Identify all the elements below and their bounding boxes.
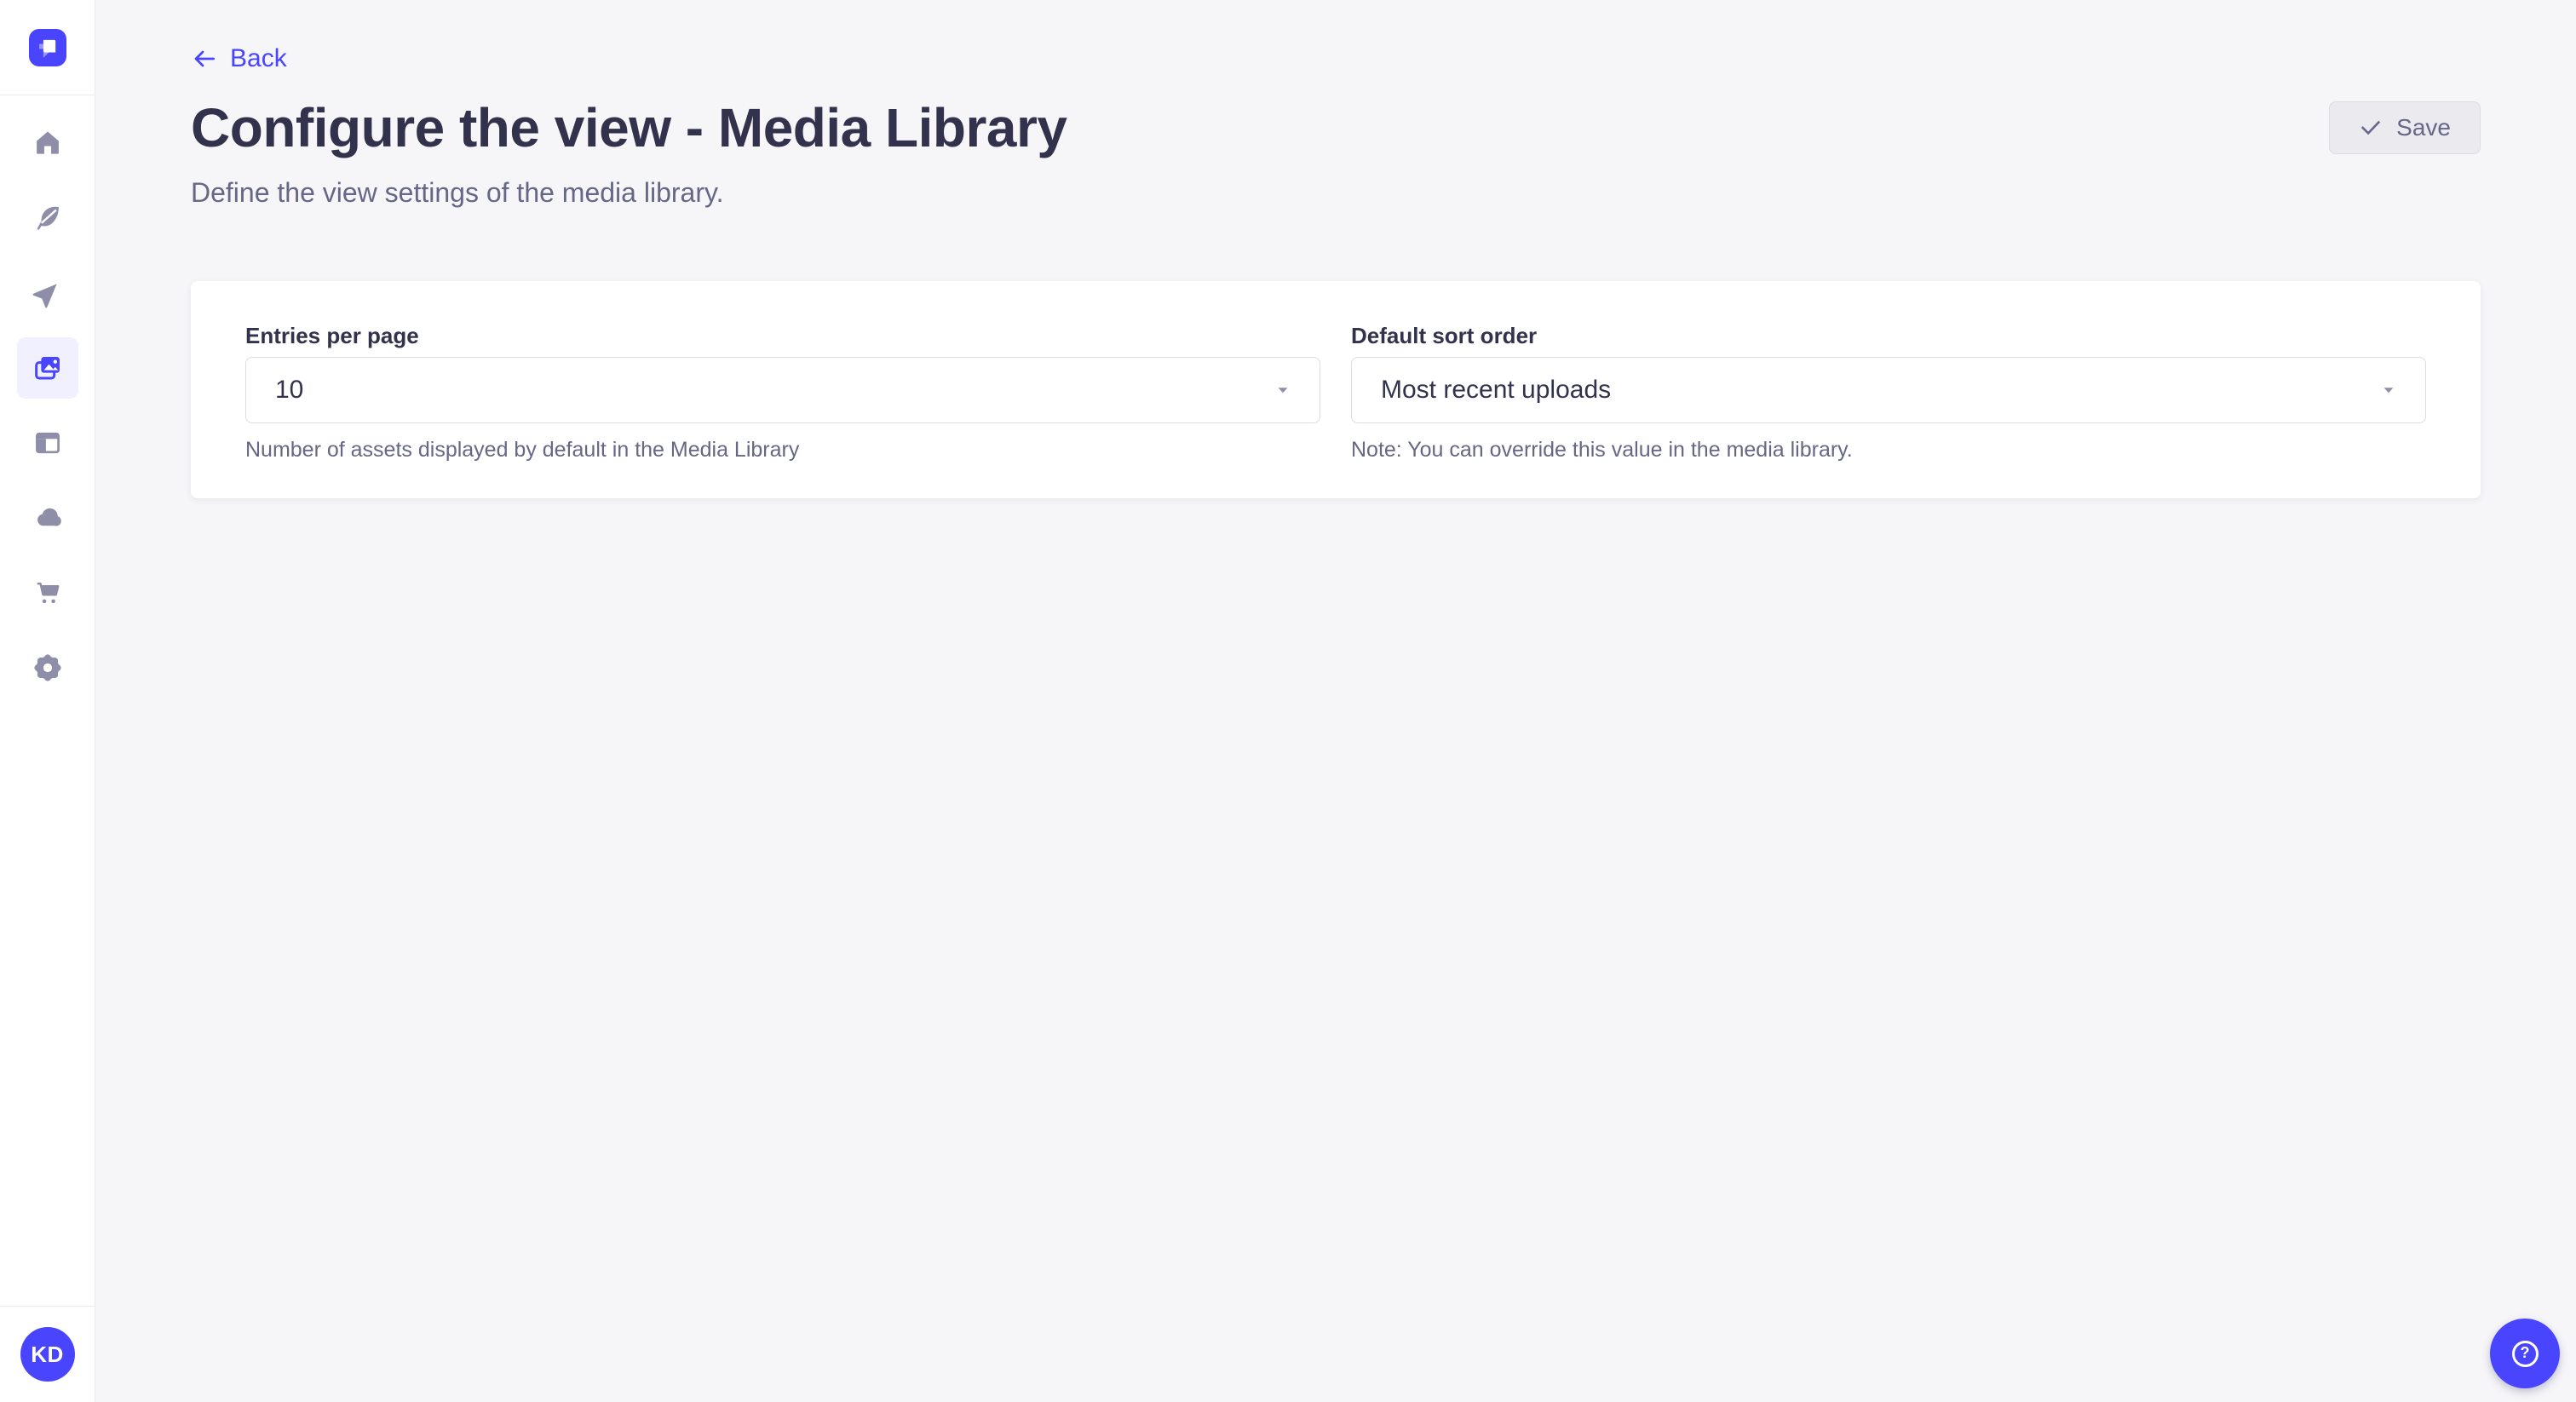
user-avatar[interactable]: KD <box>20 1327 75 1382</box>
entries-per-page-select[interactable]: 10 <box>245 357 1320 423</box>
back-label: Back <box>230 46 287 72</box>
chevron-down-icon <box>1272 379 1294 401</box>
field-label: Entries per page <box>245 325 1320 347</box>
logo-section <box>0 0 95 95</box>
default-sort-order-select[interactable]: Most recent uploads <box>1351 357 2426 423</box>
sidebar-nav <box>0 112 95 698</box>
media-library-icon <box>31 351 65 385</box>
field-entries-per-page: Entries per page 10 Number of assets dis… <box>245 325 1320 461</box>
sidebar-item-content-type-builder[interactable] <box>17 412 78 474</box>
arrow-left-icon <box>191 45 218 72</box>
home-icon <box>32 128 63 158</box>
field-hint: Note: You can override this value in the… <box>1351 440 2426 461</box>
cart-marketplace-icon <box>32 577 63 608</box>
check-icon <box>2359 116 2383 140</box>
chevron-down-icon <box>2378 379 2400 401</box>
feather-content-icon <box>32 203 63 233</box>
page-header: Configure the view - Media Library Save <box>191 101 2481 155</box>
field-hint: Number of assets displayed by default in… <box>245 440 1320 461</box>
page-subtitle: Define the view settings of the media li… <box>191 179 2481 206</box>
settings-card: Entries per page 10 Number of assets dis… <box>191 281 2481 498</box>
strapi-logo-icon <box>29 29 66 66</box>
question-mark-icon: ? <box>2512 1341 2539 1367</box>
sidebar-item-marketplace[interactable] <box>17 562 78 623</box>
field-label: Default sort order <box>1351 325 2426 347</box>
strapi-logo[interactable] <box>29 29 66 66</box>
sidebar-item-home[interactable] <box>17 112 78 174</box>
select-value: 10 <box>275 377 303 403</box>
help-button[interactable]: ? <box>2490 1319 2560 1388</box>
page-title: Configure the view - Media Library <box>191 101 1067 155</box>
sidebar-footer: KD <box>0 1306 95 1402</box>
layout-builder-icon <box>32 428 63 458</box>
back-link[interactable]: Back <box>191 0 287 72</box>
cloud-icon <box>32 503 63 533</box>
save-button-label: Save <box>2396 114 2451 141</box>
sidebar-item-media-library[interactable] <box>17 337 78 399</box>
paper-plane-icon <box>32 278 63 308</box>
sidebar: KD <box>0 0 95 1402</box>
field-default-sort-order: Default sort order Most recent uploads N… <box>1351 325 2426 461</box>
gear-settings-icon <box>32 652 63 683</box>
save-button[interactable]: Save <box>2329 101 2481 154</box>
sidebar-item-settings[interactable] <box>17 637 78 698</box>
sidebar-item-cloud[interactable] <box>17 487 78 549</box>
sidebar-item-content[interactable] <box>17 187 78 249</box>
sidebar-item-releases[interactable] <box>17 262 78 324</box>
select-value: Most recent uploads <box>1381 377 1611 403</box>
main-content: Back Configure the view - Media Library … <box>95 0 2576 1402</box>
